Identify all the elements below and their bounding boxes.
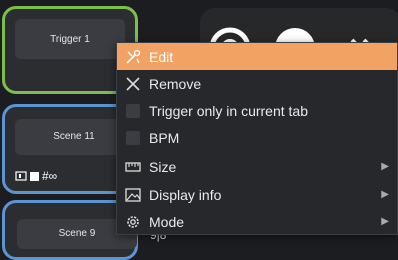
white-square-icon [30, 171, 39, 181]
chevron-right-icon: ▶ [381, 161, 389, 172]
device-icon [15, 171, 27, 181]
image-icon [125, 187, 141, 203]
scene-11-status-text: #∞ [42, 169, 58, 183]
menu-item-edit[interactable]: Edit [117, 43, 397, 70]
ruler-icon [125, 159, 141, 175]
menu-item-mode[interactable]: Mode ▶ [117, 208, 397, 235]
bpm-checkbox[interactable] [125, 130, 141, 146]
menu-label-size: Size [149, 158, 177, 175]
close-icon [125, 76, 141, 92]
menu-item-remove[interactable]: Remove [117, 70, 397, 97]
menu-label-edit: Edit [149, 48, 174, 65]
menu-item-size[interactable]: Size ▶ [117, 153, 397, 180]
menu-item-display-info[interactable]: Display info ▶ [117, 181, 397, 208]
trigger-label: Trigger 1 [15, 19, 125, 59]
menu-item-trigger-only[interactable]: Trigger only in current tab [117, 97, 397, 124]
scene-11-status: #∞ [15, 169, 57, 183]
chevron-right-icon: ▶ [381, 189, 389, 200]
menu-item-bpm[interactable]: BPM [117, 124, 397, 151]
trigger-only-checkbox[interactable] [125, 103, 141, 119]
menu-label-bpm: BPM [149, 129, 180, 146]
menu-label-remove: Remove [149, 75, 202, 92]
menu-label-mode: Mode [149, 213, 185, 230]
menu-label-trigger-only: Trigger only in current tab [149, 102, 308, 119]
chevron-right-icon: ▶ [381, 216, 389, 227]
menu-label-display-info: Display info [149, 186, 222, 203]
context-menu: Edit Remove Trigger only in current tab … [116, 42, 398, 235]
edit-icon [125, 49, 141, 65]
gear-icon [125, 214, 141, 230]
